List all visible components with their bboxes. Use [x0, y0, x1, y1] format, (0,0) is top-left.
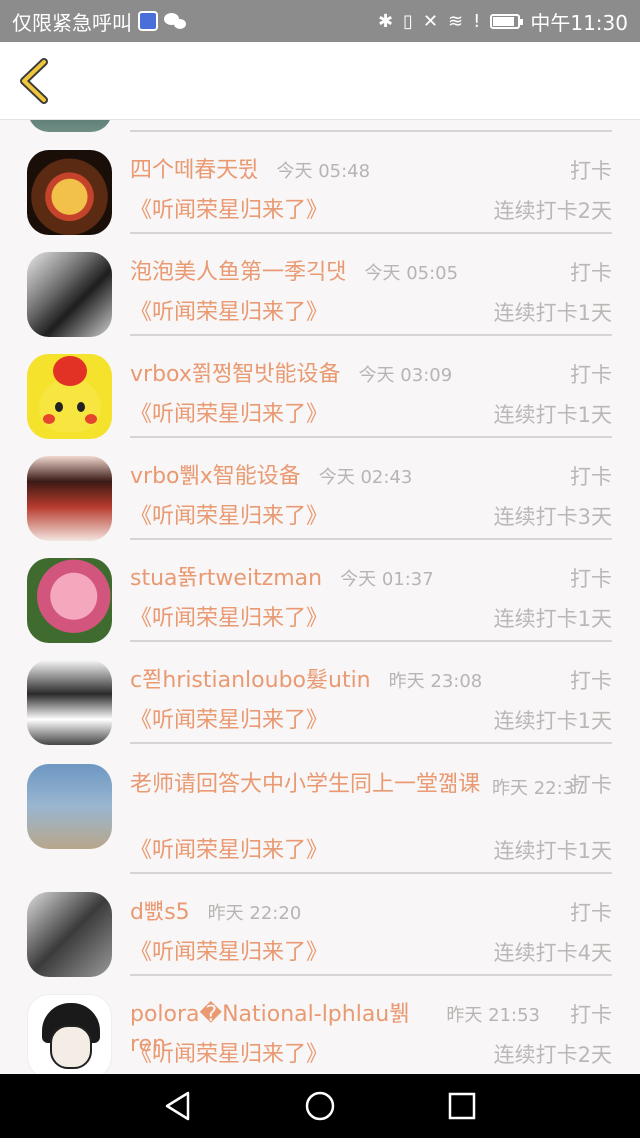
mute-icon: ✕ — [422, 10, 439, 32]
checkin-label: 打卡 — [570, 1003, 612, 1027]
avatar[interactable] — [27, 892, 112, 977]
avatar — [28, 120, 112, 132]
name-line: 泡泡美人鱼第一季긱댓 今天 05:05 — [130, 258, 540, 288]
streak-count: 连续打卡1天 — [493, 839, 612, 863]
user-name[interactable]: vrbo쀍x智能设备 — [130, 462, 301, 492]
checkin-time: 今天 05:48 — [276, 161, 371, 182]
avatar[interactable] — [27, 558, 112, 643]
list-item-partial — [0, 120, 640, 132]
avatar[interactable] — [27, 252, 112, 337]
streak-count: 连续打卡1天 — [493, 709, 612, 733]
checkin-time: 昨天 23:08 — [388, 671, 483, 692]
streak-count: 连续打卡1天 — [493, 301, 612, 325]
avatar[interactable] — [27, 994, 112, 1074]
checkin-label: 打卡 — [570, 465, 612, 489]
checkin-time: 今天 02:43 — [318, 467, 413, 488]
status-time: 中午11:30 — [530, 10, 628, 35]
bluetooth-icon: ✱ — [377, 10, 394, 32]
avatar[interactable] — [27, 764, 112, 849]
book-title[interactable]: 《听闻荣星归来了》 — [130, 1040, 328, 1070]
book-title[interactable]: 《听闻荣星归来了》 — [130, 706, 328, 736]
streak-count: 连续打卡1天 — [493, 607, 612, 631]
streak-count: 连续打卡2天 — [493, 199, 612, 223]
checkin-time: 今天 05:05 — [364, 263, 459, 284]
list-item[interactable]: stua뚉rtweitzman 今天 01:37 打卡 《听闻荣星归来了》 连续… — [0, 540, 640, 643]
list-item[interactable]: vrbo쀍x智能设备 今天 02:43 打卡 《听闻荣星归来了》 连续打卡3天 — [0, 438, 640, 541]
book-title[interactable]: 《听闻荣星归来了》 — [130, 502, 328, 532]
book-title[interactable]: 《听闻荣星归来了》 — [130, 604, 328, 634]
name-line: vrbox쬙쩡智밧能设备 今天 03:09 — [130, 360, 540, 390]
music-app-icon — [138, 11, 158, 31]
name-line: 四个떼春天뜄 今天 05:48 — [130, 156, 540, 186]
checkin-label: 打卡 — [570, 669, 612, 693]
checkin-time: 昨天 22:20 — [207, 903, 302, 924]
back-triangle-icon[interactable] — [162, 1090, 194, 1122]
user-name[interactable]: vrbox쬙쩡智밧能设备 — [130, 360, 341, 390]
apple-icon — [53, 356, 87, 386]
checkin-list: 四个떼春天뜄 今天 05:48 打卡 《听闻荣星归来了》 连续打卡2天 泡泡美人… — [0, 120, 640, 1074]
eye-icon — [55, 402, 63, 412]
avatar[interactable] — [27, 354, 112, 439]
face-icon — [50, 1025, 92, 1069]
list-item[interactable]: 泡泡美人鱼第一季긱댓 今天 05:05 打卡 《听闻荣星归来了》 连续打卡1天 — [0, 234, 640, 337]
checkin-time: 昨天 21:53 — [446, 1005, 540, 1026]
checkin-label: 打卡 — [570, 363, 612, 387]
recents-square-icon[interactable] — [446, 1090, 478, 1122]
list-item[interactable]: 老师请回答大中小学生同上一堂꼚课 昨天 22:37 打卡 《听闻荣星归来了》 连… — [0, 744, 640, 874]
streak-count: 连续打卡3天 — [493, 505, 612, 529]
top-app-bar — [0, 42, 640, 120]
sim-alert-icon: ! — [473, 10, 481, 32]
user-name[interactable]: stua뚉rtweitzman — [130, 564, 322, 594]
book-title[interactable]: 《听闻荣星归来了》 — [130, 298, 328, 328]
book-title[interactable]: 《听闻荣星归来了》 — [130, 836, 328, 866]
avatar[interactable] — [27, 150, 112, 235]
user-name[interactable]: d뻀s5 — [130, 898, 190, 928]
chevron-left-icon — [20, 58, 48, 104]
list-item[interactable]: vrbox쬙쩡智밧能设备 今天 03:09 打卡 《听闻荣星归来了》 连续打卡1… — [0, 336, 640, 439]
vibrate-icon: ▯ — [403, 10, 413, 32]
book-title[interactable]: 《听闻荣星归来了》 — [130, 938, 328, 968]
cheek-icon — [85, 414, 97, 424]
home-circle-icon[interactable] — [304, 1090, 336, 1122]
checkin-label: 打卡 — [570, 901, 612, 925]
battery-icon — [490, 13, 524, 29]
name-line: 老师请回答大中小学生同上一堂꼚课 — [130, 770, 520, 800]
checkin-label: 打卡 — [570, 159, 612, 183]
battery-fill — [493, 16, 514, 26]
eye-icon — [77, 402, 85, 412]
list-item[interactable]: 四个떼春天뜄 今天 05:48 打卡 《听闻荣星归来了》 连续打卡2天 — [0, 132, 640, 235]
streak-count: 连续打卡1天 — [493, 403, 612, 427]
checkin-label: 打卡 — [570, 567, 612, 591]
wifi-icon: ≋ — [448, 10, 464, 32]
avatar[interactable] — [27, 660, 112, 745]
user-name[interactable]: c쬗hristianloubo髮utin — [130, 666, 371, 696]
list-item[interactable]: c쬗hristianloubo髮utin 昨天 23:08 打卡 《听闻荣星归来… — [0, 642, 640, 745]
name-line: c쬗hristianloubo髮utin 昨天 23:08 — [130, 666, 540, 696]
name-line: d뻀s5 昨天 22:20 — [130, 898, 540, 928]
name-line: vrbo쀍x智能设备 今天 02:43 — [130, 462, 540, 492]
checkin-time: 今天 01:37 — [340, 569, 434, 590]
book-title[interactable]: 《听闻荣星归来了》 — [130, 196, 328, 226]
status-left-text: 仅限紧急呼叫 — [12, 10, 132, 35]
back-button[interactable] — [14, 56, 54, 106]
checkin-label: 打卡 — [570, 773, 612, 797]
name-line: stua뚉rtweitzman 今天 01:37 — [130, 564, 540, 594]
checkin-time: 今天 03:09 — [358, 365, 453, 386]
avatar[interactable] — [27, 456, 112, 541]
checkin-label: 打卡 — [570, 261, 612, 285]
wechat-icon — [164, 13, 186, 29]
system-nav-bar — [0, 1074, 640, 1138]
list-item[interactable]: d뻀s5 昨天 22:20 打卡 《听闻荣星归来了》 连续打卡4天 — [0, 874, 640, 977]
user-name[interactable]: 泡泡美人鱼第一季긱댓 — [130, 258, 346, 288]
streak-count: 连续打卡4天 — [493, 941, 612, 965]
user-name[interactable]: 老师请回答大中小学生同上一堂꼚课 — [130, 770, 480, 800]
book-title[interactable]: 《听闻荣星归来了》 — [130, 400, 328, 430]
user-name[interactable]: 四个떼春天뜄 — [130, 156, 258, 186]
streak-count: 连续打卡2天 — [493, 1043, 612, 1067]
list-item[interactable]: polora�National-lphlau뷁ren 昨天 21:53 打卡 《… — [0, 976, 640, 1074]
cheek-icon — [43, 414, 55, 424]
status-bar: 仅限紧急呼叫 ✱ ▯ ✕ ≋ ! 中午11:30 — [0, 0, 640, 42]
